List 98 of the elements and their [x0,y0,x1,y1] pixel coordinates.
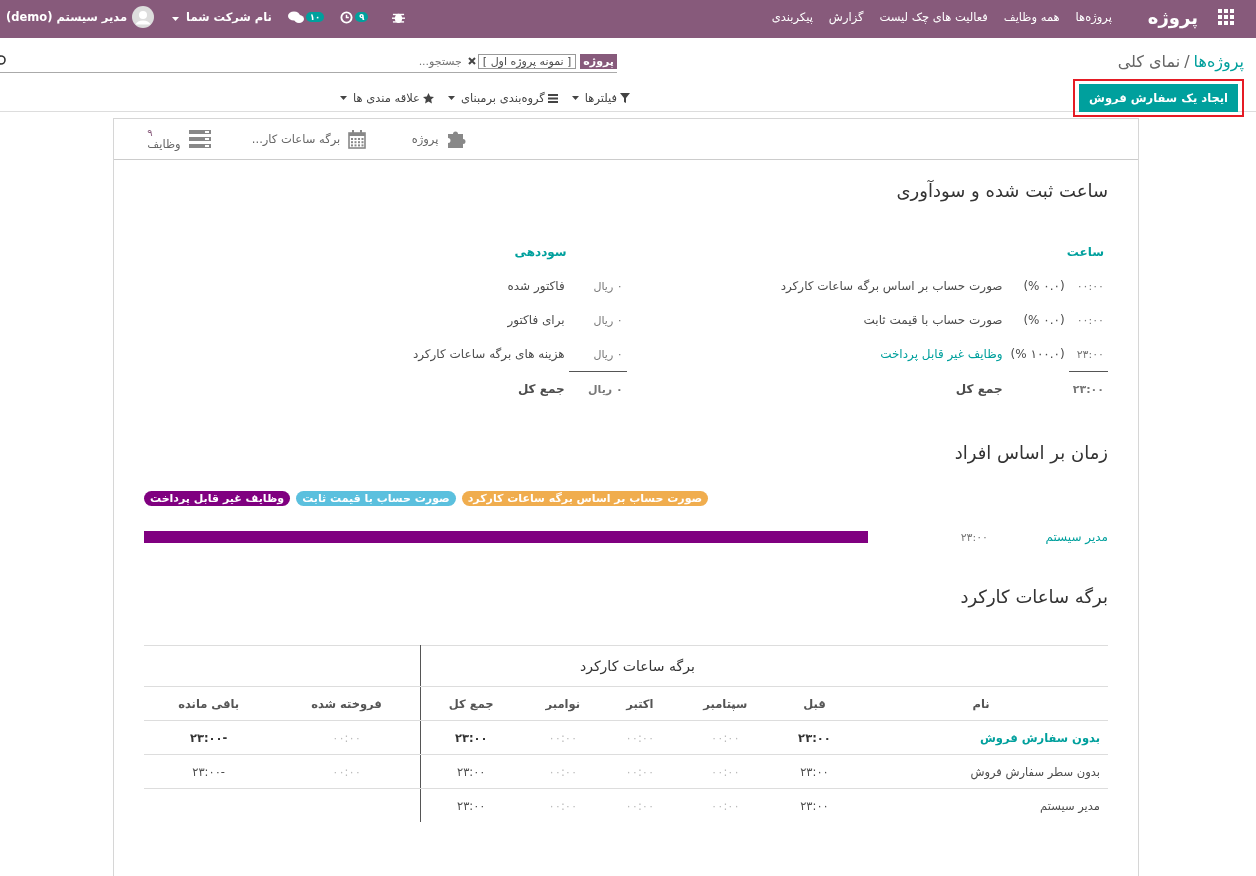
column-header: جمع کل [420,686,522,721]
breadcrumb-separator: / [1184,52,1190,71]
stat-button[interactable]: ۹ وظایف [114,119,244,159]
table-cell: ۲۳:۰۰ [456,764,486,779]
hours-value: ۰۰:۰۰ [1075,312,1105,329]
apps-grid-icon[interactable] [1218,9,1234,25]
activity-count-badge: ۹ [355,12,369,22]
total-label: جمع کل [517,381,565,396]
legend-tag: صورت حساب بر اساس برگه ساعات کارکرد [461,491,709,506]
menu-item[interactable]: پیکربندی [771,10,813,24]
breadcrumb-current: نمای کلی [1117,52,1181,71]
search-input[interactable]: جستجو... [10,53,464,69]
section-title: ساعت ثبت شده و سودآوری [895,180,1108,201]
facet-value: [ نمونه پروژه اول ] [477,53,577,69]
amount-value: ۰ ریال [592,278,624,295]
create-sales-order-button[interactable]: ایجاد یک سفارش فروش [1079,84,1238,112]
column-header: اکتبر [603,686,676,721]
table-cell: ۰۰:۰۰ [332,764,361,779]
section-title: برگه ساعات کارکرد [959,586,1108,607]
company-switcher[interactable]: نام شرکت شما [172,10,272,24]
column-header: نام [854,686,1108,721]
table-cell[interactable]: بدون سفارش فروش [979,730,1100,745]
category-link[interactable]: وظایف غیر قابل پرداخت [880,347,1003,362]
puzzle-icon [446,130,467,148]
caret-icon [571,96,579,100]
table-cell: ۰۰:۰۰ [625,798,655,813]
legend-tag: صورت حساب با قیمت ثابت [296,491,456,506]
user-menu[interactable]: مدیر سیستم (demo) [6,6,155,28]
amount-value: ۰ ریال [568,337,627,372]
menu-item[interactable]: پروژه‌ها [1075,10,1112,24]
amount-total: ۰ ریال [568,371,627,406]
app-title: پروژه [1147,6,1198,28]
table-cell: ۰۰:۰۰ [625,730,655,745]
profit-label: هزینه های برگه ساعات کارکرد [412,347,565,362]
facet-label: پروژه [580,53,617,69]
hours-value: ۰۰:۰۰ [1075,278,1105,295]
message-count-badge: ۱۰ [305,12,325,22]
table-cell: ۰۰:۰۰ [625,764,655,779]
table-cell: ۲۳:۰۰ [800,798,829,813]
table-cell: -۲۳:۰۰ [192,764,225,779]
profit-label: فاکتور شده [507,279,565,293]
stat-button[interactable]: پروژه [374,119,504,159]
column-header: نوامبر [521,686,604,721]
table-group-header: برگه ساعات کارکرد [420,645,854,687]
table-cell: ۰۰:۰۰ [548,730,578,745]
column-header: فروخته شده [273,686,421,721]
filter-icon [620,93,630,103]
list-icon [547,93,558,103]
table-cell: ۰۰:۰۰ [711,730,740,745]
table-cell: ۲۳:۰۰ [456,798,486,813]
hours-value: ۲۳:۰۰ [959,530,988,544]
table-cell: ۰۰:۰۰ [332,730,361,745]
table-cell: ۰۰:۰۰ [548,798,578,813]
legend-tag: وظایف غیر قابل پرداخت [144,491,291,506]
search-option-dropdown[interactable]: گروه‌بندی برمبنای [447,91,558,105]
percent-value: (۰.۰ %) [1022,278,1066,295]
percent-value: (۰.۰ %) [1022,312,1066,329]
caret-icon [339,96,347,100]
tasks-icon [188,130,211,148]
section-title: زمان بر اساس افراد [953,442,1108,463]
table-cell: ۰۰:۰۰ [711,798,740,813]
menu-item[interactable]: فعالیت های چک لیست [879,10,988,24]
menu-item[interactable]: گزارش [828,10,864,24]
percent-value: (۱۰۰.۰ %) [1006,337,1069,372]
caret-icon [172,17,180,21]
hours-value: ۲۳:۰۰ [1068,337,1108,372]
hours-total: ۲۳:۰۰ [1068,371,1108,406]
table-cell: ۲۳:۰۰ [798,730,831,745]
remove-icon[interactable] [467,57,476,65]
total-label: جمع کل [955,381,1003,396]
person-link[interactable]: مدیر سیستم [988,530,1108,544]
menu-item[interactable]: همه وظایف [1003,10,1060,24]
avatar-icon [132,6,155,28]
category-label: صورت حساب با قیمت ثابت [863,313,1003,327]
column-header: سپتامبر [675,686,775,721]
breadcrumb-link[interactable]: پروژه‌ها [1193,52,1244,71]
caret-icon [447,96,455,100]
category-label: صورت حساب بر اساس برگه ساعات کارکرد [780,279,1003,293]
table-cell: ۰۰:۰۰ [711,764,740,779]
star-icon [422,92,434,104]
column-header: سوددهی [513,245,568,262]
table-cell: مدیر سیستم [1040,798,1100,813]
table-cell: ۲۳:۰۰ [800,764,829,779]
column-header: باقی مانده [144,686,274,721]
profit-label: برای فاکتور [507,313,565,327]
column-header: ساعت [1065,245,1105,261]
table-cell: ۰۰:۰۰ [548,764,578,779]
table-cell: بدون سطر سفارش فروش [970,764,1100,779]
table-cell: ۲۳:۰۰ [454,730,488,745]
search-option-dropdown[interactable]: فیلترها [571,91,630,105]
column-header: قبل [774,686,854,721]
stat-button[interactable]: برگه ساعات کار... [244,119,374,159]
table-cell: -۲۳:۰۰ [189,730,228,745]
calendar-icon [348,129,367,149]
clock-icon[interactable] [340,10,354,24]
chat-icon[interactable] [287,10,304,24]
amount-value: ۰ ریال [592,312,624,329]
search-option-dropdown[interactable]: علاقه مندی ها [339,91,434,105]
